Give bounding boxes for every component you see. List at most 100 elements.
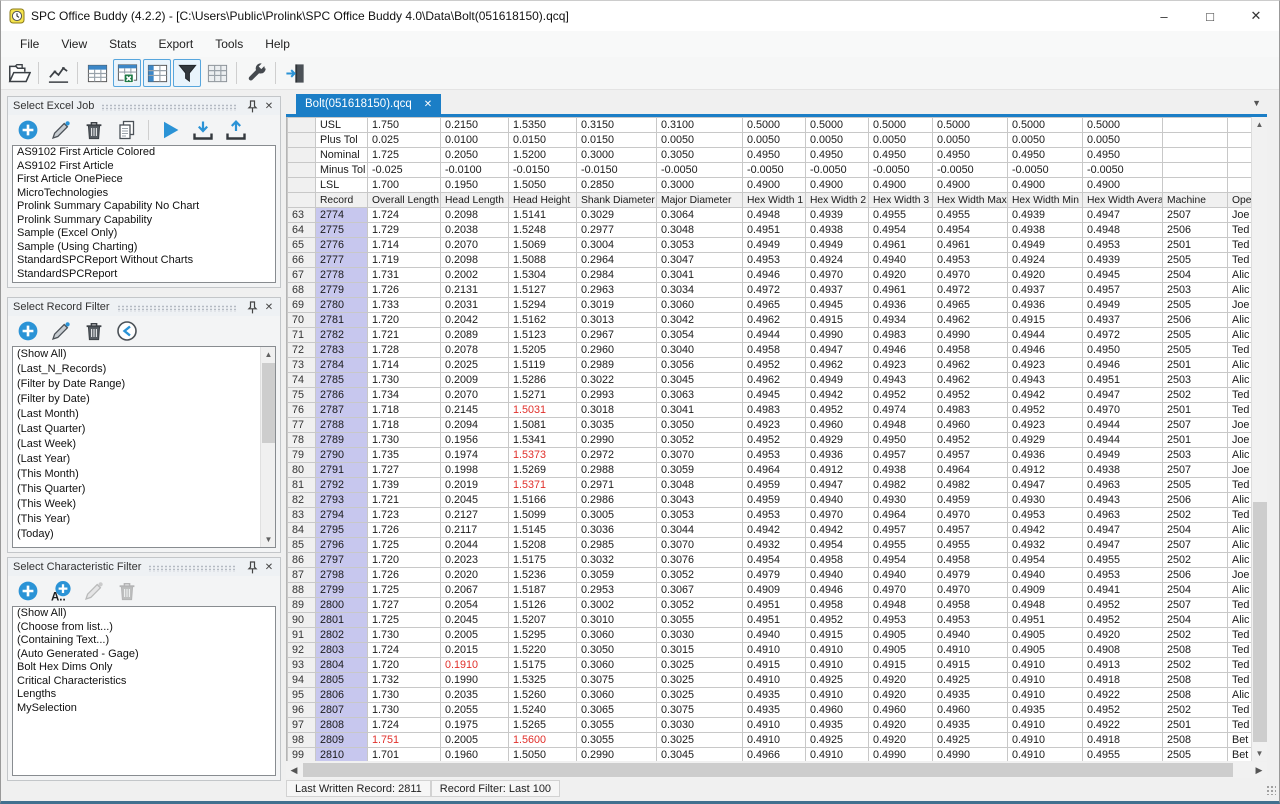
data-cell[interactable]: 0.4920 xyxy=(869,268,933,283)
data-cell[interactable]: 0.4955 xyxy=(933,208,1008,223)
data-cell[interactable]: 0.4937 xyxy=(1008,283,1083,298)
data-cell[interactable]: 0.2005 xyxy=(441,628,509,643)
data-cell[interactable]: 1.5271 xyxy=(509,388,577,403)
data-cell[interactable]: 0.4954 xyxy=(1008,553,1083,568)
record-cell[interactable]: 2798 xyxy=(316,568,368,583)
data-cell[interactable]: 0.4979 xyxy=(933,568,1008,583)
row-number-cell[interactable]: 66 xyxy=(288,253,316,268)
record-cell[interactable]: 2791 xyxy=(316,463,368,478)
record-cell[interactable]: 2780 xyxy=(316,298,368,313)
data-cell[interactable]: Bet xyxy=(1228,733,1252,748)
data-cell[interactable]: 0.3040 xyxy=(657,343,743,358)
spec-value-cell[interactable]: 0.4950 xyxy=(806,148,869,163)
data-cell[interactable]: 0.3075 xyxy=(657,703,743,718)
data-cell[interactable]: 0.3060 xyxy=(577,658,657,673)
data-cell[interactable]: 0.4951 xyxy=(743,223,806,238)
data-cell[interactable]: 0.4962 xyxy=(743,313,806,328)
data-cell[interactable]: 0.4937 xyxy=(1083,313,1163,328)
spec-value-cell[interactable]: 1.725 xyxy=(368,148,441,163)
data-cell[interactable]: Alic xyxy=(1228,268,1252,283)
record-cell[interactable]: 2807 xyxy=(316,703,368,718)
data-cell[interactable]: 1.730 xyxy=(368,703,441,718)
menu-view[interactable]: View xyxy=(50,33,98,55)
column-header-hex-width-3[interactable]: Hex Width 3 xyxy=(869,193,933,208)
spec-value-cell[interactable] xyxy=(1163,163,1228,178)
data-cell[interactable]: Alic xyxy=(1228,358,1252,373)
data-cell[interactable]: 0.4920 xyxy=(1083,628,1163,643)
excel-job-item[interactable]: StandardSPCReport Without Charts xyxy=(13,254,275,268)
record-cell[interactable]: 2783 xyxy=(316,343,368,358)
data-cell[interactable]: 0.2038 xyxy=(441,223,509,238)
spec-value-cell[interactable]: -0.0100 xyxy=(441,163,509,178)
record-cell[interactable]: 2778 xyxy=(316,268,368,283)
data-cell[interactable]: 1.5166 xyxy=(509,493,577,508)
record-cell[interactable]: 2810 xyxy=(316,748,368,762)
row-number-cell[interactable]: 70 xyxy=(288,313,316,328)
data-cell[interactable]: 2508 xyxy=(1163,643,1228,658)
data-cell[interactable]: 0.2015 xyxy=(441,643,509,658)
data-cell[interactable]: 0.2044 xyxy=(441,538,509,553)
data-cell[interactable]: 0.2967 xyxy=(577,328,657,343)
data-cell[interactable]: 0.4960 xyxy=(933,418,1008,433)
data-cell[interactable]: 0.3043 xyxy=(657,493,743,508)
row-number-cell[interactable]: 76 xyxy=(288,403,316,418)
data-cell[interactable]: 1.5126 xyxy=(509,598,577,613)
scroll-up-icon[interactable]: ▲ xyxy=(1252,117,1267,132)
row-number-cell[interactable]: 93 xyxy=(288,658,316,673)
data-cell[interactable]: 0.3048 xyxy=(657,478,743,493)
data-cell[interactable]: 0.4942 xyxy=(743,523,806,538)
row-number-cell[interactable]: 78 xyxy=(288,433,316,448)
data-cell[interactable]: 2501 xyxy=(1163,358,1228,373)
data-cell[interactable]: Alic xyxy=(1228,283,1252,298)
data-cell[interactable]: 0.3055 xyxy=(577,733,657,748)
data-cell[interactable]: 0.4918 xyxy=(1083,673,1163,688)
data-cell[interactable]: 0.4910 xyxy=(743,733,806,748)
panel-drag-texture[interactable] xyxy=(117,305,236,312)
data-cell[interactable]: 2504 xyxy=(1163,583,1228,598)
data-cell[interactable]: 0.4910 xyxy=(806,643,869,658)
data-cell[interactable]: 2505 xyxy=(1163,343,1228,358)
data-cell[interactable]: Ted xyxy=(1228,658,1252,673)
data-cell[interactable]: 0.2098 xyxy=(441,208,509,223)
column-header-major-diameter[interactable]: Major Diameter xyxy=(657,193,743,208)
data-cell[interactable]: 0.4953 xyxy=(743,253,806,268)
row-number-cell[interactable]: 72 xyxy=(288,343,316,358)
data-cell[interactable]: 0.4951 xyxy=(743,613,806,628)
data-cell[interactable]: 0.4953 xyxy=(1083,568,1163,583)
data-cell[interactable]: 1.5069 xyxy=(509,238,577,253)
data-cell[interactable]: 1.5208 xyxy=(509,538,577,553)
data-cell[interactable]: 2507 xyxy=(1163,463,1228,478)
spec-value-cell[interactable]: 1.750 xyxy=(368,118,441,133)
data-cell[interactable]: 0.4954 xyxy=(743,553,806,568)
data-cell[interactable]: 0.4958 xyxy=(743,343,806,358)
record-cell[interactable]: 2805 xyxy=(316,673,368,688)
data-cell[interactable]: 0.2031 xyxy=(441,298,509,313)
data-cell[interactable]: 0.2990 xyxy=(577,433,657,448)
data-cell[interactable]: 0.4939 xyxy=(1008,208,1083,223)
spec-value-cell[interactable]: -0.0150 xyxy=(509,163,577,178)
data-cell[interactable]: Ted xyxy=(1228,478,1252,493)
record-cell[interactable]: 2784 xyxy=(316,358,368,373)
record-cell[interactable]: 2795 xyxy=(316,523,368,538)
data-cell[interactable]: 0.4920 xyxy=(1008,268,1083,283)
column-header-head-length[interactable]: Head Length xyxy=(441,193,509,208)
spec-value-cell[interactable]: -0.025 xyxy=(368,163,441,178)
menu-stats[interactable]: Stats xyxy=(98,33,147,55)
data-cell[interactable]: 0.4959 xyxy=(933,493,1008,508)
data-cell[interactable]: 0.3030 xyxy=(657,718,743,733)
resize-grip[interactable] xyxy=(1266,785,1276,795)
data-cell[interactable]: 0.3050 xyxy=(657,418,743,433)
record-filter-item[interactable]: (Last_N_Records) xyxy=(13,362,275,377)
data-cell[interactable]: 0.3052 xyxy=(657,598,743,613)
data-cell[interactable]: 0.4937 xyxy=(806,283,869,298)
spec-value-cell[interactable]: 0.5000 xyxy=(806,118,869,133)
data-cell[interactable]: 0.4961 xyxy=(869,283,933,298)
data-cell[interactable]: 0.4935 xyxy=(743,688,806,703)
data-cell[interactable]: 1.721 xyxy=(368,493,441,508)
data-cell[interactable]: 0.2993 xyxy=(577,388,657,403)
data-cell[interactable]: 0.4923 xyxy=(869,358,933,373)
data-cell[interactable]: 1.723 xyxy=(368,508,441,523)
data-cell[interactable]: 1.751 xyxy=(368,733,441,748)
characteristic-filter-panel-button[interactable] xyxy=(173,59,201,87)
data-cell[interactable]: 0.4970 xyxy=(869,583,933,598)
